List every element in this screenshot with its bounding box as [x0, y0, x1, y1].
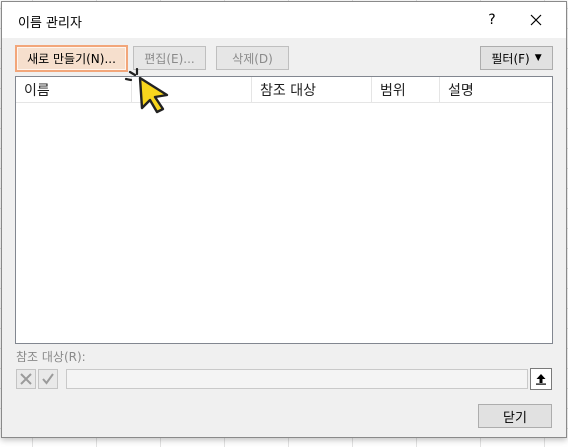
close-icon[interactable]: [522, 6, 550, 34]
dialog-title: 이름 관리자: [18, 16, 82, 31]
mouse-pointer-icon: [124, 68, 169, 114]
column-header-name[interactable]: 이름: [16, 77, 132, 103]
cancel-x-icon[interactable]: [16, 369, 36, 389]
collapse-dialog-icon[interactable]: [530, 368, 552, 390]
filter-button[interactable]: 필터(F) ▼: [480, 46, 553, 70]
column-header-comment[interactable]: 설명: [440, 77, 552, 103]
filter-label: 필터(F): [491, 51, 530, 66]
column-header-scope[interactable]: 범위: [372, 77, 440, 103]
confirm-check-icon[interactable]: [38, 369, 58, 389]
column-header-refers-to[interactable]: 참조 대상: [252, 77, 372, 103]
edit-button[interactable]: 편집(E)...: [133, 46, 206, 70]
refers-to-input[interactable]: [66, 369, 528, 389]
list-header: 이름 값 참조 대상 범위 설명: [16, 77, 552, 103]
new-button[interactable]: 새로 만들기(N)...: [15, 45, 128, 72]
help-button[interactable]: ?: [480, 6, 504, 34]
title-bar: 이름 관리자 ?: [2, 2, 566, 38]
close-button[interactable]: 닫기: [478, 404, 552, 428]
refers-to-label: 참조 대상(R):: [16, 350, 86, 364]
chevron-down-icon: ▼: [534, 53, 542, 63]
name-manager-dialog: 이름 관리자 ? 새로 만들기(N)... 편집(E)... 삭제(D) 필터(…: [1, 1, 567, 438]
names-list[interactable]: 이름 값 참조 대상 범위 설명: [15, 76, 553, 344]
delete-button[interactable]: 삭제(D): [216, 46, 289, 70]
